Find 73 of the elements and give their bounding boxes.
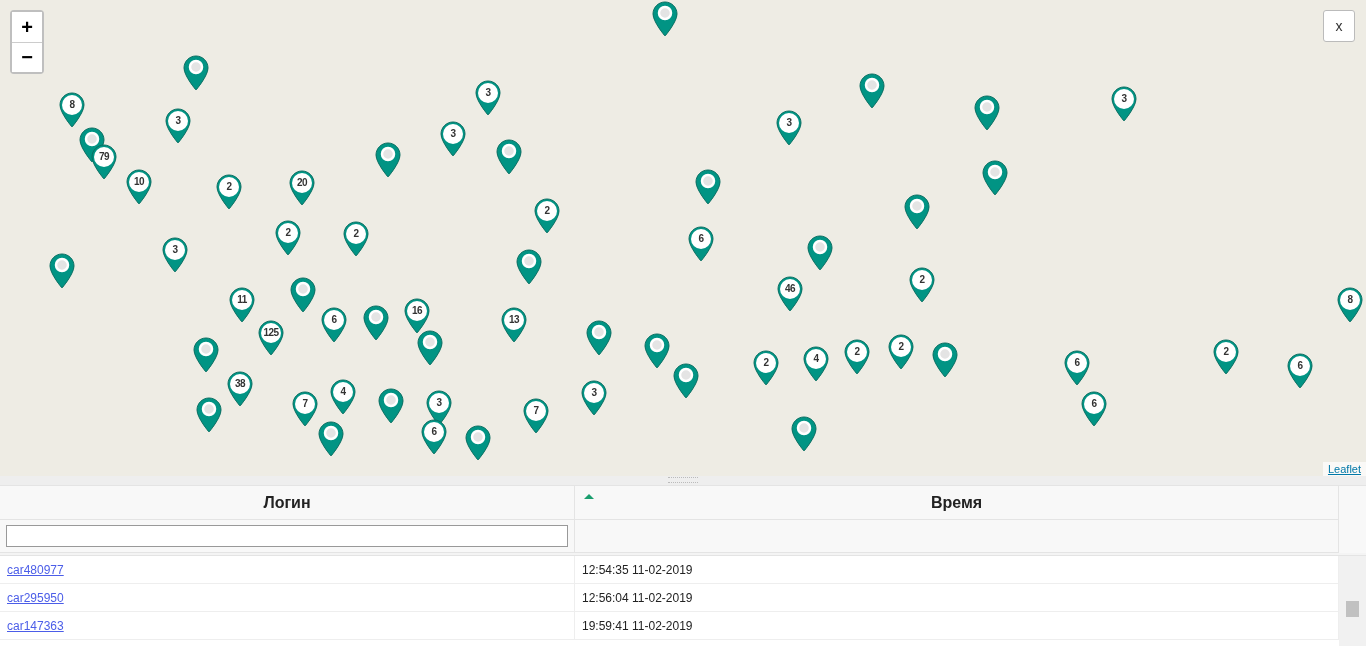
map-marker[interactable]: 3 [776,110,802,146]
map-marker[interactable]: 2 [343,221,369,257]
map-marker[interactable] [417,330,443,366]
map-marker[interactable]: 6 [421,419,447,455]
map-marker[interactable]: 3 [165,108,191,144]
map-marker[interactable]: 3 [475,80,501,116]
map-marker[interactable]: 6 [688,226,714,262]
resize-handle[interactable] [668,477,698,483]
map-marker[interactable]: 4 [803,346,829,382]
map-marker[interactable]: 3 [440,121,466,157]
map-marker[interactable]: 2 [909,267,935,303]
map-marker[interactable]: 7 [523,398,549,434]
map-marker[interactable]: 2 [275,220,301,256]
map-marker[interactable]: 20 [289,170,315,206]
map-marker[interactable]: 13 [501,307,527,343]
map-marker[interactable] [807,235,833,271]
close-button[interactable]: x [1323,10,1355,42]
map-marker[interactable]: 2 [1213,339,1239,375]
map-marker[interactable]: 10 [126,169,152,205]
map-marker[interactable]: 6 [1064,350,1090,386]
map-marker[interactable] [695,169,721,205]
map-marker[interactable] [183,55,209,91]
map-marker[interactable] [318,421,344,457]
login-link[interactable]: car480977 [7,562,64,577]
map-marker[interactable] [586,320,612,356]
filter-field[interactable] [6,525,568,547]
map-marker[interactable] [193,337,219,373]
login-link[interactable]: car295950 [7,590,64,605]
map-marker[interactable]: 11 [229,287,255,323]
map-marker[interactable] [290,277,316,313]
map-marker[interactable]: 3 [162,237,188,273]
map-marker[interactable]: 6 [321,307,347,343]
column-header[interactable]: Логин [0,486,575,520]
map-marker[interactable]: 2 [844,339,870,375]
map-marker[interactable] [378,388,404,424]
map-marker[interactable] [363,305,389,341]
map-marker[interactable] [932,342,958,378]
map-marker[interactable]: 6 [1287,353,1313,389]
map-marker[interactable]: 4 [330,379,356,415]
map-marker[interactable]: 2 [216,174,242,210]
login-link[interactable]: car147363 [7,618,64,633]
map-marker[interactable] [673,363,699,399]
map-marker[interactable] [196,397,222,433]
map-marker[interactable]: 8 [1337,287,1363,323]
map-marker[interactable] [652,1,678,37]
map-marker[interactable] [496,139,522,175]
map-marker[interactable] [982,160,1008,196]
map-marker[interactable] [465,425,491,461]
map-marker[interactable]: 2 [888,334,914,370]
map-marker[interactable]: 46 [777,276,803,312]
map-marker[interactable]: 6 [1081,391,1107,427]
map-marker[interactable] [974,95,1000,131]
map-marker[interactable] [904,194,930,230]
map-marker[interactable] [375,142,401,178]
map-marker[interactable] [644,333,670,369]
map-marker[interactable] [49,253,75,289]
column-header[interactable]: Время [575,486,1339,520]
map-marker[interactable] [791,416,817,452]
map-marker[interactable]: 3 [581,380,607,416]
map-marker[interactable]: 2 [753,350,779,386]
map-marker[interactable] [859,73,885,109]
zoom-out-button[interactable]: − [12,42,42,72]
map-marker[interactable]: 3 [1111,86,1137,122]
map-marker[interactable]: 8 [59,92,85,128]
map-marker[interactable]: 79 [91,144,117,180]
map-marker[interactable] [516,249,542,285]
map-marker[interactable]: 125 [258,320,284,356]
map-marker[interactable]: 38 [227,371,253,407]
scrollbar-thumb[interactable] [1346,601,1359,617]
attribution-link[interactable]: Leaflet [1322,462,1366,476]
map-marker[interactable]: 2 [534,198,560,234]
map-marker[interactable]: 7 [292,391,318,427]
map-marker[interactable]: 16 [404,298,430,334]
